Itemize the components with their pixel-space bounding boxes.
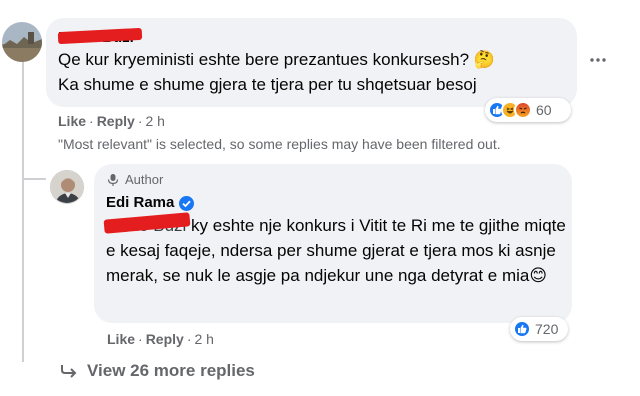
reply-like-link[interactable]: Like xyxy=(107,331,135,347)
view-more-replies-button[interactable]: View 26 more replies xyxy=(60,361,255,381)
separator-dot: · xyxy=(89,113,94,129)
verified-badge-icon xyxy=(179,195,195,211)
author-badge: Author xyxy=(106,172,163,187)
separator-dot: · xyxy=(138,331,143,347)
commenter-avatar[interactable] xyxy=(2,22,42,62)
reply-reactions[interactable]: 720 xyxy=(510,317,568,341)
microphone-icon xyxy=(107,173,119,186)
view-more-replies-label[interactable]: View 26 more replies xyxy=(87,361,255,381)
smile-emoji: 😊 xyxy=(529,266,548,285)
like-reaction-icon xyxy=(513,320,531,338)
more-options-icon xyxy=(590,58,606,62)
comment-timestamp[interactable]: 2 h xyxy=(145,113,164,129)
separator-dot: · xyxy=(186,331,192,347)
comment-like-link[interactable]: Like xyxy=(58,113,86,129)
separator-dot: · xyxy=(137,113,143,129)
author-badge-label: Author xyxy=(125,172,164,187)
more-options-button[interactable] xyxy=(584,46,612,74)
reply-bubble: Author Edi Rama Mario Buzi ky eshte nje … xyxy=(94,164,572,323)
comment-line-2: Ka shume e shume gjera te tjera per tu s… xyxy=(58,75,477,94)
reply-reaction-count: 720 xyxy=(535,321,559,337)
thread-line xyxy=(22,62,24,362)
comment-actions: Like · Reply · 2 h xyxy=(58,113,165,129)
reply-arrow-icon xyxy=(61,365,77,378)
comment-reply-link[interactable]: Reply xyxy=(97,113,135,129)
angry-reaction-icon xyxy=(514,101,532,119)
reply-author-name[interactable]: Edi Rama xyxy=(106,194,174,211)
comment-reactions[interactable]: 60 xyxy=(485,98,571,122)
comment-reaction-count: 60 xyxy=(536,102,552,118)
reply-branch-line xyxy=(22,178,46,180)
filter-notice: "Most relevant" is selected, so some rep… xyxy=(58,136,501,152)
thinking-emoji: 🤔 xyxy=(473,50,495,69)
comment-text: Qe kur kryeministi eshte bere prezantues… xyxy=(58,47,573,97)
comment-line-1: Qe kur kryeministi eshte bere prezantues… xyxy=(58,50,495,69)
reply-reply-link[interactable]: Reply xyxy=(146,331,184,347)
reply-avatar[interactable] xyxy=(50,170,84,204)
reply-actions: Like · Reply · 2 h xyxy=(107,331,214,347)
reply-author[interactable]: Edi Rama xyxy=(106,194,195,211)
comment-bubble: Mario Buzi Qe kur kryeministi eshte bere… xyxy=(46,18,577,107)
reply-timestamp[interactable]: 2 h xyxy=(194,331,213,347)
